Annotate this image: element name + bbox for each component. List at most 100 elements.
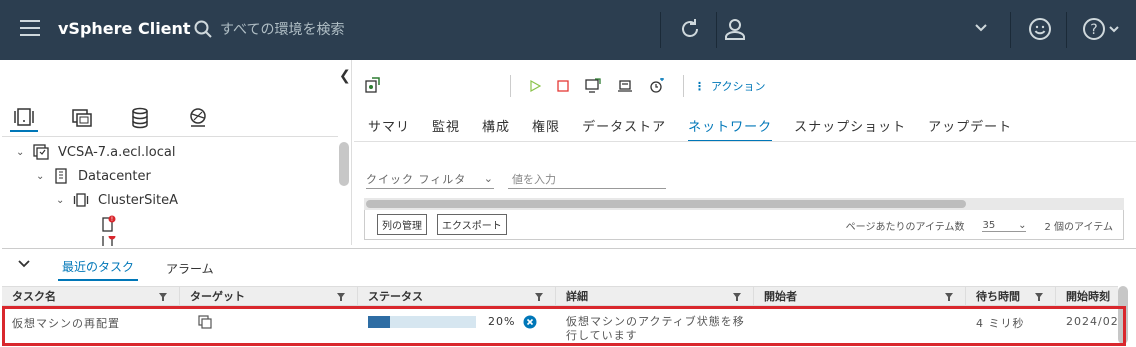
filter-icon[interactable] bbox=[1035, 293, 1043, 301]
start-time-cell: 2024/02 bbox=[1066, 315, 1118, 328]
col-start-time[interactable]: 開始時刻 bbox=[1056, 287, 1118, 305]
tree-scrollbar[interactable] bbox=[339, 142, 349, 186]
col-label: ステータス bbox=[368, 290, 423, 303]
filter-icon[interactable] bbox=[535, 293, 543, 301]
power-on-icon[interactable] bbox=[529, 80, 541, 92]
col-label: 待ち時間 bbox=[976, 290, 1020, 303]
col-label: 開始者 bbox=[764, 290, 797, 303]
collapse-panel-button[interactable]: ❮ bbox=[339, 68, 351, 84]
col-status[interactable]: ステータス bbox=[358, 287, 556, 305]
tab-snapshots[interactable]: スナップショット bbox=[794, 116, 906, 142]
inventory-panel: ❮ ⌄ VCSA-7.a.ecl.local ⌄ Datacenter ⌄ Cl… bbox=[2, 60, 352, 246]
actions-menu[interactable]: ⋮ アクション bbox=[694, 78, 765, 94]
global-search[interactable]: すべての環境を検索 bbox=[194, 19, 344, 39]
wait-time-cell: 4 ミリ秒 bbox=[976, 317, 1025, 330]
toolbar-divider bbox=[683, 75, 684, 97]
tasks-tabs: 最近のタスク アラーム bbox=[2, 249, 1136, 281]
user-icon[interactable] bbox=[724, 17, 746, 44]
tree-label: Datacenter bbox=[78, 168, 151, 184]
networking-icon[interactable] bbox=[184, 104, 212, 132]
manage-columns-button[interactable]: 列の管理 bbox=[377, 214, 427, 235]
tab-updates[interactable]: アップデート bbox=[928, 116, 1012, 142]
table-row[interactable]: 仮想マシンの再配置 20% 仮想マシンのアクティブ状態を移行しています 4 ミリ… bbox=[2, 307, 1118, 343]
power-off-icon[interactable] bbox=[557, 80, 569, 92]
tab-summary[interactable]: サマリ bbox=[368, 116, 410, 142]
menu-icon[interactable] bbox=[20, 20, 40, 38]
feedback-smile-icon[interactable] bbox=[1028, 17, 1052, 44]
search-placeholder: すべての環境を検索 bbox=[220, 22, 345, 38]
filter-value-input[interactable]: 値を入力 bbox=[508, 169, 666, 189]
tab-datastores[interactable]: データストア bbox=[582, 116, 666, 142]
task-name-cell: 仮想マシンの再配置 bbox=[12, 317, 120, 330]
progress-percent: 20% bbox=[488, 315, 516, 328]
cancel-task-icon[interactable] bbox=[523, 315, 537, 329]
filter-label: クイック フィルタ bbox=[366, 172, 467, 186]
tree-item-host[interactable] bbox=[2, 236, 338, 246]
scrollbar-thumb[interactable] bbox=[366, 200, 966, 208]
col-label: 開始時刻 bbox=[1066, 290, 1110, 303]
tab-configure[interactable]: 構成 bbox=[482, 116, 510, 142]
migrate-icon[interactable] bbox=[617, 78, 633, 94]
tree-item-cluster[interactable]: ⌄ ClusterSiteA bbox=[2, 188, 338, 212]
chevron-down-icon[interactable] bbox=[974, 22, 988, 36]
col-initiator[interactable]: 開始者 bbox=[754, 287, 966, 305]
header-divider bbox=[660, 12, 661, 48]
col-wait-time[interactable]: 待ち時間 bbox=[966, 287, 1056, 305]
items-per-page-select[interactable]: 35 ⌄ bbox=[982, 219, 1027, 232]
refresh-icon[interactable] bbox=[678, 17, 702, 44]
col-task-name[interactable]: タスク名 bbox=[2, 287, 180, 305]
snapshot-icon[interactable] bbox=[649, 78, 665, 94]
vcenter-icon bbox=[32, 144, 50, 160]
actions-label: アクション bbox=[711, 80, 766, 93]
col-details[interactable]: 詳細 bbox=[556, 287, 754, 305]
tree-item-host[interactable]: ! bbox=[2, 212, 338, 236]
filter-icon[interactable] bbox=[159, 293, 167, 301]
host-alert-icon bbox=[100, 236, 118, 246]
target-cell[interactable] bbox=[180, 307, 358, 343]
inventory-view-tabs bbox=[10, 104, 212, 132]
nav-divider bbox=[2, 136, 338, 137]
console-icon[interactable] bbox=[585, 78, 601, 94]
export-button[interactable]: エクスポート bbox=[437, 214, 507, 235]
quick-filter-dropdown[interactable]: クイック フィルタ ⌄ bbox=[366, 169, 494, 189]
help-icon[interactable]: ? bbox=[1082, 17, 1122, 44]
chevron-down-icon: ⌄ bbox=[483, 172, 494, 185]
datacenter-icon bbox=[52, 168, 70, 184]
object-toolbar: ⋮ アクション bbox=[364, 72, 765, 100]
tree-item-vcsa[interactable]: ⌄ VCSA-7.a.ecl.local bbox=[2, 140, 338, 164]
tab-permissions[interactable]: 権限 bbox=[532, 116, 560, 142]
kebab-icon: ⋮ bbox=[694, 79, 705, 93]
filter-icon[interactable] bbox=[337, 293, 345, 301]
hosts-clusters-icon[interactable] bbox=[10, 104, 38, 132]
object-name bbox=[390, 74, 500, 98]
vm-power-icon bbox=[364, 76, 382, 97]
filter-icon[interactable] bbox=[733, 293, 741, 301]
col-target[interactable]: ターゲット bbox=[180, 287, 358, 305]
caret-down-icon[interactable]: ⌄ bbox=[56, 195, 72, 206]
tab-monitor[interactable]: 監視 bbox=[432, 116, 460, 142]
pagination-info: ページあたりのアイテム数 35 ⌄ 2 個のアイテム bbox=[846, 218, 1113, 234]
caret-down-icon[interactable]: ⌄ bbox=[16, 147, 32, 158]
grid-horizontal-scrollbar[interactable] bbox=[364, 198, 1124, 210]
tab-networks[interactable]: ネットワーク bbox=[688, 116, 773, 142]
tree-item-datacenter[interactable]: ⌄ Datacenter bbox=[2, 164, 338, 188]
tab-recent-tasks[interactable]: 最近のタスク bbox=[58, 258, 139, 281]
recent-tasks-panel: 最近のタスク アラーム タスク名 ターゲット ステータス 詳細 開始者 待ち時間 bbox=[2, 248, 1136, 347]
svg-text:!: ! bbox=[111, 216, 113, 223]
details-cell: 仮想マシンのアクティブ状態を移行しています bbox=[566, 315, 745, 342]
tree-label: ClusterSiteA bbox=[98, 192, 178, 208]
status-cell: 20% bbox=[358, 307, 556, 343]
initiator-cell bbox=[754, 307, 966, 343]
vms-templates-icon[interactable] bbox=[68, 104, 96, 132]
tasks-scrollbar[interactable] bbox=[1118, 286, 1128, 344]
header-divider bbox=[1010, 12, 1011, 48]
caret-down-icon[interactable]: ⌄ bbox=[36, 171, 52, 182]
filter-icon[interactable] bbox=[945, 293, 953, 301]
item-count: 2 個のアイテム bbox=[1044, 222, 1113, 233]
grid-footer: 列の管理 エクスポート ページあたりのアイテム数 35 ⌄ 2 個のアイテム bbox=[364, 210, 1124, 240]
toolbar-divider bbox=[510, 75, 511, 97]
tab-alarms[interactable]: アラーム bbox=[166, 260, 214, 281]
app-title: vSphere Client bbox=[58, 19, 191, 38]
items-per-page-value: 35 bbox=[982, 219, 996, 231]
storage-icon[interactable] bbox=[126, 104, 154, 132]
